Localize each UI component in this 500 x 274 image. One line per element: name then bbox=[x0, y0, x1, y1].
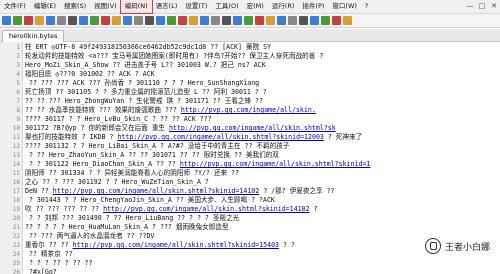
editor-line: 26 ?#x[Gq? bbox=[0, 267, 500, 274]
toolbar-button-icon[interactable] bbox=[24, 16, 33, 25]
line-text: 福阳目愿 ◎???0 301002 ?? ACK ? ACK bbox=[25, 70, 155, 78]
line-text: 重香尔 ?? ?? http://pvp.qq.com/ingame/all/s… bbox=[25, 241, 295, 249]
toolbar bbox=[0, 14, 500, 28]
menu-help[interactable]: ? bbox=[361, 0, 372, 13]
line-text: ???? 30117 ? ? Hero_LvBu_Skin_C ? ?? ?? … bbox=[25, 115, 212, 123]
line-text: 阴阳师 ?? 301334 ? ? 异轻美润能脊看人心的阴阳师 ?Y/? 还来 … bbox=[25, 169, 239, 177]
url-link[interactable]: http://pvp.qq.com/ingame/all/skin.shtml?… bbox=[180, 160, 371, 168]
url-link[interactable]: http://pvp.qq.com/ingame/all/skin.shtml?… bbox=[117, 133, 323, 141]
line-text: ? ? ? ?? ? ?? ?? bbox=[25, 259, 93, 267]
menu-plugins[interactable]: 插件(P) bbox=[298, 0, 328, 13]
line-number: 26 bbox=[12, 269, 20, 274]
line-text: ???? 301132 ? ? Hero_LiBai_Skin_A ? A?#?… bbox=[25, 142, 290, 150]
menu-settings[interactable]: 设置(T) bbox=[181, 0, 211, 13]
toolbar-button-icon[interactable] bbox=[112, 16, 121, 25]
toolbar-button-icon[interactable] bbox=[145, 16, 154, 25]
menu-run[interactable]: 运行(R) bbox=[268, 0, 299, 13]
menu-file[interactable]: 文件(F) bbox=[0, 0, 30, 13]
line-text: ?? ??? 两气逼人的水晶溜龙者 ?? ??DV bbox=[25, 232, 155, 240]
line-text: ?? 精茶京 ?? bbox=[25, 250, 73, 258]
toolbar-button-icon[interactable] bbox=[79, 16, 88, 25]
line-text: ?#x[Gq? bbox=[25, 268, 57, 274]
toolbar-button-icon[interactable] bbox=[90, 16, 99, 25]
watermark: 王者小白娜 bbox=[420, 236, 494, 256]
toolbar-button-icon[interactable] bbox=[310, 16, 319, 25]
line-text: 之心 ?? ? ??? 301192 ? ? Hero_WuZeTian_Ski… bbox=[25, 178, 209, 186]
toolbar-button-icon[interactable] bbox=[189, 16, 198, 25]
toolbar-button-icon[interactable] bbox=[211, 16, 220, 25]
menu-tools[interactable]: 工具(O) bbox=[211, 0, 242, 13]
line-text: 轮发动昇的技能特效 <a??? 宝马号属团她图案(即时用有) ?伴鸟?开始?? … bbox=[25, 52, 324, 60]
menu-edit[interactable]: 编辑(E) bbox=[30, 0, 60, 13]
toolbar-button-icon[interactable] bbox=[35, 16, 44, 25]
toolbar-button-icon[interactable] bbox=[277, 16, 286, 25]
tab-hero-skin-bytes[interactable]: hero0kin.bytes bbox=[2, 30, 65, 42]
line-text: ?? ?? ??? Hero_ZhongWuYan ? 生化警戒 琪 ? 301… bbox=[25, 97, 263, 105]
menu-window[interactable]: 窗口(W) bbox=[328, 0, 361, 13]
url-link[interactable]: http://pvp.qq.com/ingame/all/skin. bbox=[181, 106, 316, 114]
close-button[interactable]: ✕ bbox=[488, 0, 500, 13]
url-link[interactable]: http://pvp.qq.com/ingame/all/skin.shtml?… bbox=[103, 205, 309, 213]
line-text: ?? ?? 水晶季技能特效 ??? 效果的废弧歌曲 ??? http://pvp… bbox=[25, 106, 316, 114]
toolbar-button-icon[interactable] bbox=[101, 16, 110, 25]
line-text: Hero_MoZi_Skin_A_Show ?? 进击盖子号 L?? 30100… bbox=[25, 61, 266, 69]
menu-macro[interactable]: 宏(M) bbox=[243, 0, 268, 13]
toolbar-button-icon[interactable] bbox=[156, 16, 165, 25]
toolbar-button-icon[interactable] bbox=[13, 16, 22, 25]
line-text: 吹 ?? ??? ??? ?? ?? http://pvp.qq.com/ing… bbox=[25, 205, 318, 213]
url-link[interactable]: http://pvp.qq.com/ingame/all/skin.shtml?… bbox=[169, 124, 336, 132]
line-text: 301172 ?B?@yp ? 你的新郎会又在后面 重生 http://pvp.… bbox=[25, 124, 336, 132]
url-link[interactable]: http://pvp.qq.com/ingame/all/skin.shtml?… bbox=[73, 241, 279, 249]
toolbar-button-icon[interactable] bbox=[200, 16, 209, 25]
toolbar-button-icon[interactable] bbox=[167, 16, 176, 25]
line-text: ? ? 301122 Hero_DiaoChan_Skin_A ?? ?? ht… bbox=[25, 160, 371, 168]
line-text: ?? ??? ??? ACK ??? 孙尚香 ? 301110 ? ? ? He… bbox=[25, 79, 260, 87]
tab-bar: hero0kin.bytes bbox=[0, 29, 500, 42]
toolbar-button-icon[interactable] bbox=[266, 16, 275, 25]
toolbar-button-icon[interactable] bbox=[222, 16, 231, 25]
toolbar-button-icon[interactable] bbox=[46, 16, 55, 25]
toolbar-button-icon[interactable] bbox=[343, 16, 352, 25]
toolbar-button-icon[interactable] bbox=[288, 16, 297, 25]
toolbar-button-icon[interactable] bbox=[68, 16, 77, 25]
menu-view[interactable]: 视图(V) bbox=[90, 0, 121, 13]
line-text: ?? ? ? ? ? Hero_HuaMuLan_Skin_A ? ??? 烟雨… bbox=[25, 223, 229, 231]
menu-search[interactable]: 搜索(S) bbox=[60, 0, 90, 13]
toolbar-button-icon[interactable] bbox=[57, 16, 66, 25]
line-text: ? ? 刘邦 ??? 301490 ? ?? Hero_LiuBang ?? ?… bbox=[25, 214, 240, 222]
toolbar-button-icon[interactable] bbox=[332, 16, 341, 25]
menu-bar: 文件(F) 编辑(E) 搜索(S) 视图(V) 编码(N) 语言(L) 设置(T… bbox=[0, 0, 500, 14]
line-text: ? 301443 ? ? Hero_ChengYaoJin_Skin_A ?? … bbox=[25, 196, 275, 204]
toolbar-button-icon[interactable] bbox=[123, 16, 132, 25]
url-link[interactable]: http://pvp.qq.com/ingame/all/skin.shtml?… bbox=[53, 187, 259, 195]
toolbar-button-icon[interactable] bbox=[255, 16, 264, 25]
toolbar-button-icon[interactable] bbox=[244, 16, 253, 25]
maximize-button[interactable]: □ bbox=[476, 0, 488, 13]
toolbar-button-icon[interactable] bbox=[233, 16, 242, 25]
toolbar-button-icon[interactable] bbox=[134, 16, 143, 25]
wechat-logo-icon bbox=[424, 238, 441, 254]
toolbar-button-icon[interactable] bbox=[178, 16, 187, 25]
menu-encoding[interactable]: 编码(N) bbox=[119, 0, 153, 14]
line-text: ? ?? Hero_ZhaoYun_Skin_A ?? ?? 301071 ??… bbox=[25, 151, 279, 159]
toolbar-button-icon[interactable] bbox=[321, 16, 330, 25]
line-text: DeN ?? http://pvp.qq.com/ingame/all/skin… bbox=[25, 187, 335, 195]
toolbar-button-icon[interactable] bbox=[2, 16, 11, 25]
watermark-text: 王者小白娜 bbox=[444, 242, 490, 253]
line-text: 渠也打的技能特效 ? IKDB ? http://pvp.qq.com/inga… bbox=[25, 133, 363, 141]
toolbar-button-icon[interactable] bbox=[299, 16, 308, 25]
line-text: 死亡扬顶 ?? 301105 ? ? 多力重企属的摇滚范儿造型 L ?? 阿利 … bbox=[25, 88, 267, 96]
menu-language[interactable]: 语言(L) bbox=[152, 0, 182, 13]
minimize-button[interactable]: — bbox=[464, 0, 476, 13]
line-text: 柱 ERT ◎UTF-8 49f249318150366ce6462db52c9… bbox=[25, 43, 272, 51]
window-controls: — □ ✕ bbox=[464, 0, 500, 13]
